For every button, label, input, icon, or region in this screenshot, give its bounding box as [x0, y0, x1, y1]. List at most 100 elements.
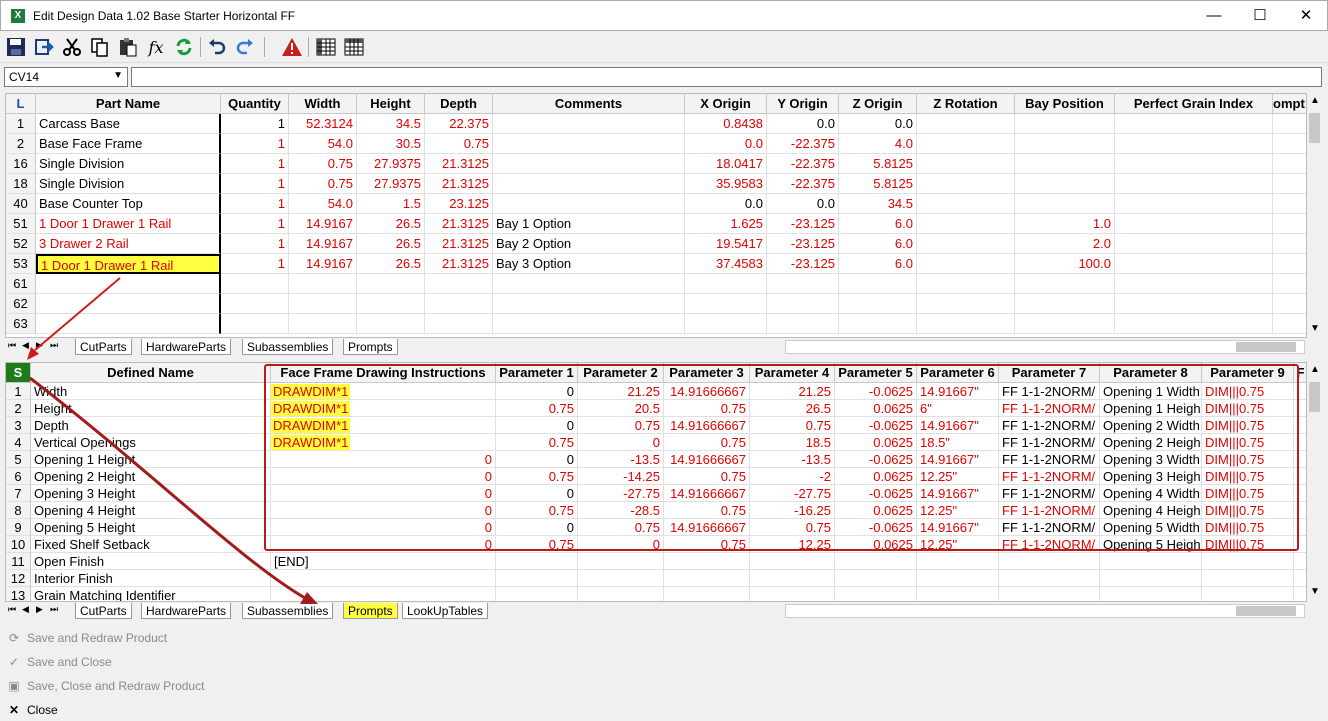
table-cell[interactable]	[1115, 114, 1273, 134]
table-cell[interactable]: -0.0625	[835, 451, 917, 468]
table-cell[interactable]: 21.3125	[425, 154, 493, 174]
table-cell[interactable]: FF 1-1-2NORM/	[999, 383, 1100, 400]
table-cell[interactable]	[1273, 234, 1306, 254]
table-cell[interactable]	[493, 174, 685, 194]
table-cell[interactable]	[1115, 194, 1273, 214]
table-cell[interactable]	[1100, 553, 1202, 570]
table-row[interactable]: 1 Width DRAWDIM*1 0 21.25 14.91666667 21.25 -0.…	[6, 383, 1306, 400]
table-cell[interactable]	[1015, 294, 1115, 314]
table-cell[interactable]	[750, 587, 835, 601]
table-cell[interactable]: -28.5	[578, 502, 664, 519]
table-cell[interactable]	[36, 274, 221, 294]
table-cell[interactable]: 0	[271, 536, 496, 553]
table-cell[interactable]	[839, 294, 917, 314]
table-cell[interactable]	[289, 294, 357, 314]
table-cell[interactable]: 1	[221, 134, 289, 154]
table-cell[interactable]: 6.0	[839, 214, 917, 234]
table-cell[interactable]: 12.25"	[917, 468, 999, 485]
table-cell[interactable]	[917, 214, 1015, 234]
table-cell[interactable]: 0.0	[767, 114, 839, 134]
table-cell[interactable]: DRAWDIM*1	[271, 417, 496, 434]
table-cell[interactable]	[767, 294, 839, 314]
table-cell[interactable]: 0.75	[750, 519, 835, 536]
table-cell[interactable]	[1015, 154, 1115, 174]
prompts-grid-vertical-scrollbar[interactable]: ▲ ▼	[1307, 362, 1322, 602]
table-cell[interactable]	[1115, 294, 1273, 314]
table-cell[interactable]: 1	[221, 194, 289, 214]
table-cell[interactable]: 6.0	[839, 254, 917, 274]
table-cell[interactable]: -23.125	[767, 234, 839, 254]
column-header[interactable]: Z Origin	[839, 94, 917, 114]
table-cell[interactable]: 21.25	[750, 383, 835, 400]
table-row[interactable]: 2 Height DRAWDIM*1 0.75 20.5 0.75 26.5 0.0625 6"…	[6, 400, 1306, 417]
cell-reference-dropdown[interactable]: CV14 ▼	[4, 67, 128, 87]
table-cell[interactable]: 0.75	[664, 468, 750, 485]
table-cell[interactable]: 34.5	[357, 114, 425, 134]
table-row[interactable]: 2 Base Face Frame 1 54.0 30.5 0.75 0.0 -22.375 4…	[6, 134, 1306, 154]
column-header[interactable]: Parameter 2	[578, 363, 664, 383]
table-cell[interactable]	[685, 314, 767, 334]
table-cell[interactable]	[1100, 570, 1202, 587]
column-header[interactable]: Height	[357, 94, 425, 114]
table-cell[interactable]: Opening 5 Width	[1100, 519, 1202, 536]
table-cell[interactable]: 0.75	[289, 174, 357, 194]
sheet-nav-button[interactable]: ◀	[22, 340, 29, 351]
table-cell[interactable]: Opening 5 Heigh	[1100, 536, 1202, 553]
table-cell[interactable]	[496, 570, 578, 587]
table-cell[interactable]	[578, 553, 664, 570]
sheet-tab[interactable]: Subassemblies	[242, 339, 334, 355]
table-cell[interactable]: Carcass Base	[36, 114, 221, 134]
redo-icon[interactable]	[233, 35, 257, 59]
table-cell[interactable]: 2.0	[1015, 234, 1115, 254]
table-row[interactable]: 6 Opening 2 Height 0 0.75 -14.25 0.75 -2 0.0625…	[6, 468, 1306, 485]
table-row[interactable]: 11 Open Finish [END]	[6, 553, 1306, 570]
table-cell[interactable]	[999, 553, 1100, 570]
table-cell[interactable]: -23.125	[767, 254, 839, 274]
table-cell[interactable]	[1273, 174, 1306, 194]
sheet-tab[interactable]: Subassemblies	[242, 603, 334, 619]
table-cell[interactable]: 26.5	[750, 400, 835, 417]
table-cell[interactable]: 0	[271, 485, 496, 502]
table-row[interactable]: 51 1 Door 1 Drawer 1 Rail 1 14.9167 26.5 21.3…	[6, 214, 1306, 234]
table-cell[interactable]: FF 1-1-2NORM/	[999, 519, 1100, 536]
table-cell[interactable]: 26.5	[357, 234, 425, 254]
table-row[interactable]: 52 3 Drawer 2 Rail 1 14.9167 26.5 21.3125 Bay …	[6, 234, 1306, 254]
table-cell[interactable]: 0.75	[425, 134, 493, 154]
export-icon[interactable]	[32, 35, 56, 59]
table-row[interactable]: 40 Base Counter Top 1 54.0 1.5 23.125 0.0 0.0 34…	[6, 194, 1306, 214]
table-cell[interactable]: DIM|||0.75	[1202, 536, 1294, 553]
table-cell[interactable]: 1	[221, 234, 289, 254]
sheet-nav-button[interactable]: ▶	[36, 340, 43, 351]
table-cell[interactable]: 37.4583	[685, 254, 767, 274]
close-action[interactable]: ✕ Close	[6, 700, 58, 720]
minimize-button[interactable]: —	[1191, 1, 1237, 31]
table-cell[interactable]: DIM|||0.75	[1202, 417, 1294, 434]
table-cell[interactable]	[1100, 587, 1202, 601]
table-cell[interactable]: FF 1-1-2NORM/	[999, 536, 1100, 553]
column-header[interactable]: Parameter 6	[917, 363, 999, 383]
table-cell[interactable]: 0.0625	[835, 468, 917, 485]
table-cell[interactable]	[1115, 134, 1273, 154]
table-cell[interactable]: 0	[271, 519, 496, 536]
table-cell[interactable]: 12.25	[750, 536, 835, 553]
table-cell[interactable]: 14.91667"	[917, 519, 999, 536]
column-header[interactable]: ompt V	[1273, 94, 1306, 114]
table-cell[interactable]: 23.125	[425, 194, 493, 214]
table-cell[interactable]: FF 1-1-2NORM/	[999, 417, 1100, 434]
paste-icon[interactable]	[116, 35, 140, 59]
table-cell[interactable]: 1	[221, 174, 289, 194]
table-cell[interactable]: Opening 2 Height	[31, 468, 271, 485]
table-cell[interactable]	[493, 134, 685, 154]
table-cell[interactable]: Opening 1 Width	[1100, 383, 1202, 400]
table-cell[interactable]	[917, 570, 999, 587]
table-cell[interactable]: 35.9583	[685, 174, 767, 194]
table-cell[interactable]	[835, 553, 917, 570]
table-cell[interactable]: 0	[496, 417, 578, 434]
table-cell[interactable]: DIM|||0.75	[1202, 383, 1294, 400]
table-cell[interactable]: Single Division	[36, 174, 221, 194]
table-cell[interactable]	[1294, 434, 1306, 451]
sheet-tab[interactable]: CutParts	[75, 339, 132, 355]
table-cell[interactable]: 3 Drawer 2 Rail	[36, 234, 221, 254]
table-cell[interactable]: 0.75	[496, 400, 578, 417]
save-and-redraw-product-action[interactable]: ⟳ Save and Redraw Product	[6, 628, 167, 648]
